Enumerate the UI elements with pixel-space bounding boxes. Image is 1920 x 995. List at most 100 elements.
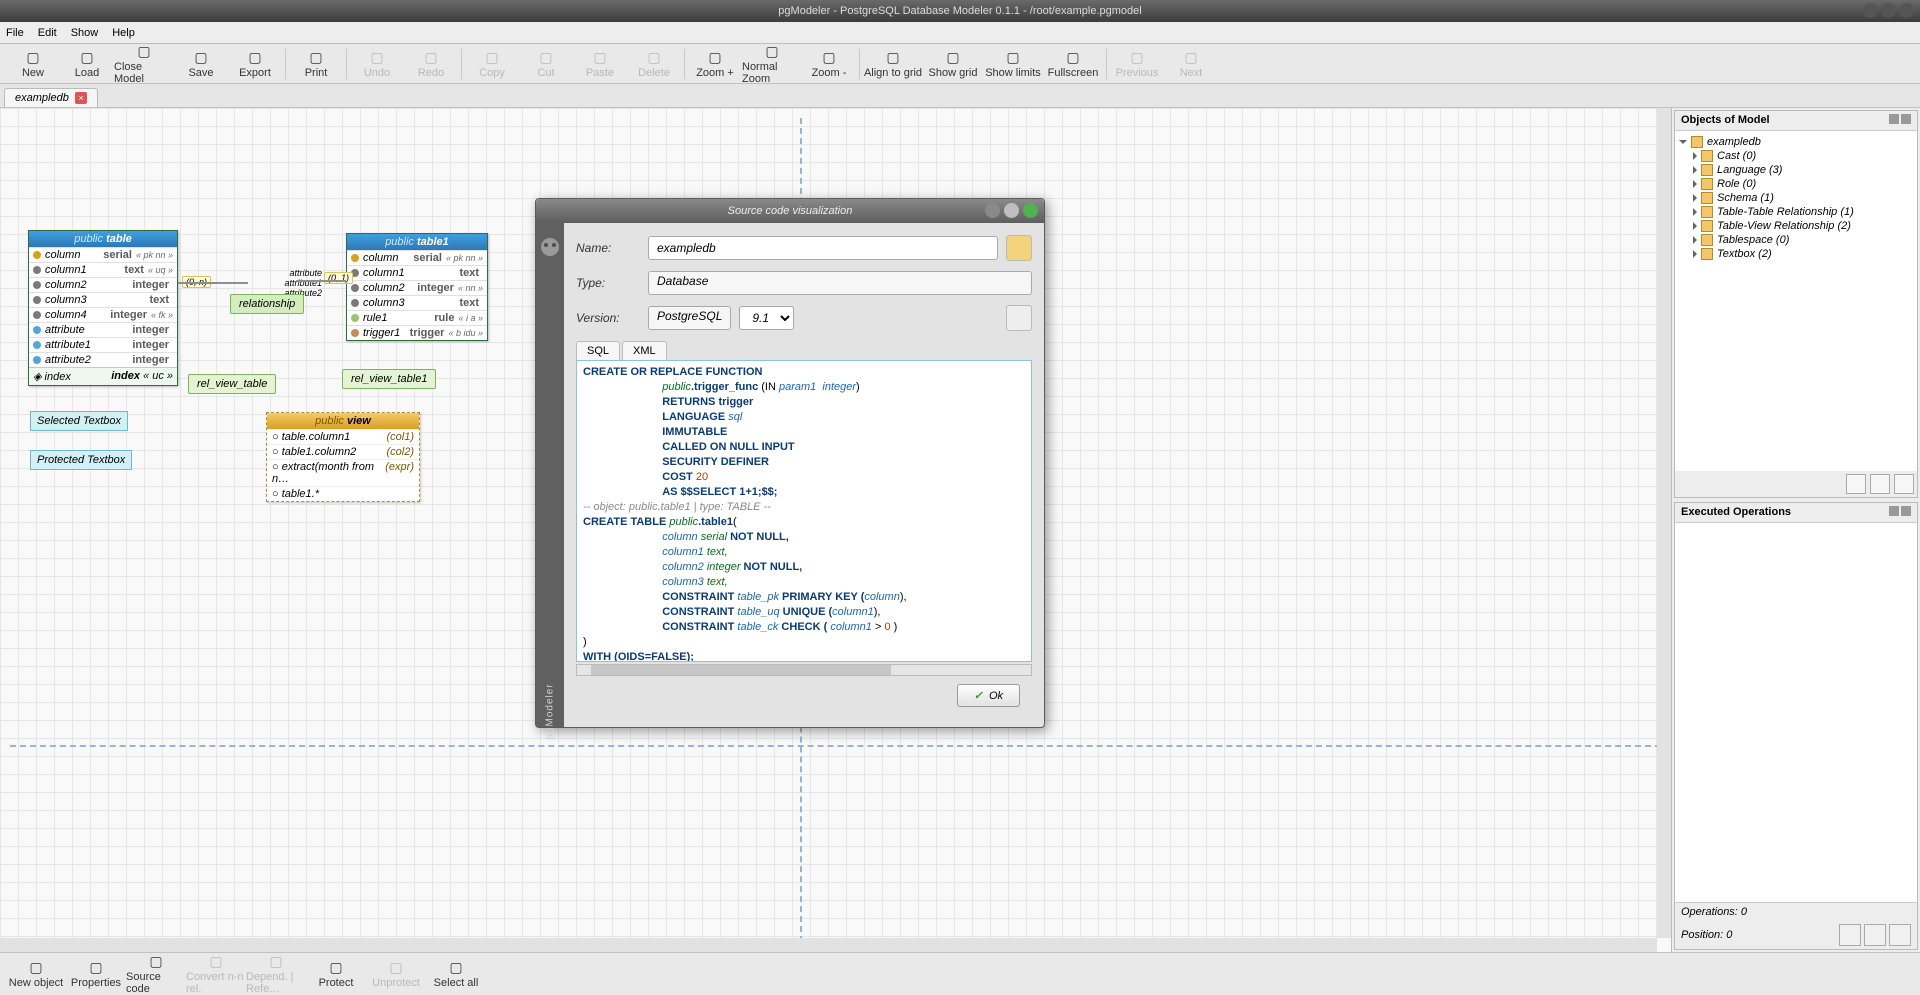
- rel-view-table1-label[interactable]: rel_view_table1: [342, 369, 436, 389]
- objects-panel-title: Objects of Model: [1681, 114, 1770, 127]
- type-label: Type:: [576, 276, 640, 290]
- bottombar-new-object[interactable]: ▢New object: [6, 954, 66, 994]
- bottom-toolbar: ▢New object▢Properties▢Source code▢Conve…: [0, 952, 1920, 994]
- toolbar-show-grid[interactable]: ▢Show grid: [923, 44, 983, 84]
- tab-xml[interactable]: XML: [622, 341, 667, 361]
- panel-min-icon[interactable]: [1889, 114, 1899, 124]
- bottombar-protect[interactable]: ▢Protect: [306, 954, 366, 994]
- tree-root[interactable]: exampledb: [1677, 135, 1915, 149]
- tree-item[interactable]: Cast (0): [1677, 149, 1915, 163]
- show-limits-icon: ▢: [1004, 48, 1022, 66]
- canvas-scroll-horizontal[interactable]: [0, 938, 1657, 952]
- copy-icon: ▢: [483, 48, 501, 66]
- toolbar-normal-zoom[interactable]: ▢Normal Zoom: [742, 44, 802, 84]
- version-label: Version:: [576, 311, 640, 325]
- unprotect-icon: ▢: [387, 958, 405, 976]
- relationship-label[interactable]: relationship: [230, 294, 304, 314]
- tree-tool-3[interactable]: [1894, 474, 1914, 494]
- textbox-protected[interactable]: Protected Textbox: [30, 450, 132, 470]
- operations-list: [1675, 523, 1917, 902]
- tree-tool-1[interactable]: [1846, 474, 1866, 494]
- tree-item[interactable]: Textbox (2): [1677, 247, 1915, 261]
- window-titlebar: pgModeler - PostgreSQL Database Modeler …: [0, 0, 1920, 22]
- menu-edit[interactable]: Edit: [38, 27, 57, 39]
- toolbar-zoom-out[interactable]: ▢Zoom -: [802, 44, 856, 84]
- database-icon: [1006, 235, 1032, 261]
- diagram-view-public-view[interactable]: public view○ table.column1(col1)○ table1…: [266, 412, 420, 502]
- textbox-selected[interactable]: Selected Textbox: [30, 411, 128, 431]
- panel-close-icon[interactable]: [1901, 506, 1911, 516]
- dialog-maximize-button[interactable]: [1004, 203, 1019, 218]
- rel-view-table-label[interactable]: rel_view_table: [188, 374, 276, 394]
- zoom-in-icon: ▢: [706, 48, 724, 66]
- tree-item[interactable]: Tablespace (0): [1677, 233, 1915, 247]
- tab-sql[interactable]: SQL: [576, 341, 620, 361]
- tree-item[interactable]: Table-Table Relationship (1): [1677, 205, 1915, 219]
- code-scroll-horizontal[interactable]: [576, 664, 1032, 676]
- properties-icon: ▢: [87, 958, 105, 976]
- toolbar-close-model[interactable]: ▢Close Model: [114, 44, 174, 84]
- panel-close-icon[interactable]: [1901, 114, 1911, 124]
- cut-icon: ▢: [537, 48, 555, 66]
- tree-item[interactable]: Role (0): [1677, 177, 1915, 191]
- new-object-icon: ▢: [27, 958, 45, 976]
- dialog-close-button[interactable]: [1023, 203, 1038, 218]
- zoom-out-icon: ▢: [820, 48, 838, 66]
- ok-button[interactable]: ✓Ok: [957, 684, 1020, 707]
- tree-item[interactable]: Table-View Relationship (2): [1677, 219, 1915, 233]
- toolbar-fullscreen[interactable]: ▢Fullscreen: [1043, 44, 1103, 84]
- type-value: Database: [648, 271, 1032, 295]
- ops-btn-2[interactable]: [1864, 924, 1886, 946]
- pgmodeler-vertical-label: pgModeler: [545, 683, 556, 739]
- toolbar-load[interactable]: ▢Load: [60, 44, 114, 84]
- bottombar-properties[interactable]: ▢Properties: [66, 954, 126, 994]
- bottombar-source-code[interactable]: ▢Source code: [126, 954, 186, 994]
- model-tree[interactable]: exampledbCast (0)Language (3)Role (0)Sch…: [1675, 131, 1917, 471]
- toolbar-cut: ▢Cut: [519, 44, 573, 84]
- load-icon: ▢: [78, 48, 96, 66]
- panel-min-icon[interactable]: [1889, 506, 1899, 516]
- menu-show[interactable]: Show: [71, 27, 99, 39]
- diagram-table-public-table[interactable]: public tablecolumn serial« pk nn »column…: [28, 230, 178, 386]
- toolbar-show-limits[interactable]: ▢Show limits: [983, 44, 1043, 84]
- close-tab-icon[interactable]: ×: [75, 92, 87, 104]
- minimize-button[interactable]: [1863, 3, 1878, 18]
- ops-btn-3[interactable]: [1889, 924, 1911, 946]
- diagram-table-public-table1[interactable]: public table1column serial« pk nn »colum…: [346, 233, 488, 341]
- toolbar-print[interactable]: ▢Print: [289, 44, 343, 84]
- toolbar-zoom-in[interactable]: ▢Zoom +: [688, 44, 742, 84]
- sql-code-viewer[interactable]: CREATE OR REPLACE FUNCTION public.trigge…: [576, 360, 1032, 662]
- toolbar-redo: ▢Redo: [404, 44, 458, 84]
- toolbar-previous: ▢Previous: [1110, 44, 1164, 84]
- close-button[interactable]: [1899, 3, 1914, 18]
- bottombar-select-all[interactable]: ▢Select all: [426, 954, 486, 994]
- dialog-title: Source code visualization: [728, 205, 853, 217]
- operations-panel-title: Executed Operations: [1681, 506, 1791, 519]
- name-label: Name:: [576, 241, 640, 255]
- menu-help[interactable]: Help: [112, 27, 135, 39]
- maximize-button[interactable]: [1881, 3, 1896, 18]
- new-icon: ▢: [24, 48, 42, 66]
- toolbar-align-grid[interactable]: ▢Align to grid: [863, 44, 923, 84]
- dialog-minimize-button[interactable]: [985, 203, 1000, 218]
- toolbar-export[interactable]: ▢Export: [228, 44, 282, 84]
- model-tab-exampledb[interactable]: exampledb ×: [4, 88, 98, 107]
- fullscreen-icon: ▢: [1064, 48, 1082, 66]
- canvas-scroll-vertical[interactable]: [1657, 108, 1671, 938]
- model-tab-label: exampledb: [15, 92, 69, 104]
- tree-item[interactable]: Language (3): [1677, 163, 1915, 177]
- version-select[interactable]: 9.1: [739, 306, 794, 330]
- toolbar-save[interactable]: ▢Save: [174, 44, 228, 84]
- select-all-icon: ▢: [447, 958, 465, 976]
- ops-btn-1[interactable]: [1839, 924, 1861, 946]
- delete-icon: ▢: [645, 48, 663, 66]
- sql-file-icon[interactable]: [1006, 305, 1032, 331]
- toolbar-new[interactable]: ▢New: [6, 44, 60, 84]
- align-grid-icon: ▢: [884, 48, 902, 66]
- source-code-icon: ▢: [147, 953, 165, 970]
- tree-tool-2[interactable]: [1870, 474, 1890, 494]
- name-input[interactable]: [648, 236, 998, 260]
- toolbar-delete: ▢Delete: [627, 44, 681, 84]
- menu-file[interactable]: File: [6, 27, 24, 39]
- tree-item[interactable]: Schema (1): [1677, 191, 1915, 205]
